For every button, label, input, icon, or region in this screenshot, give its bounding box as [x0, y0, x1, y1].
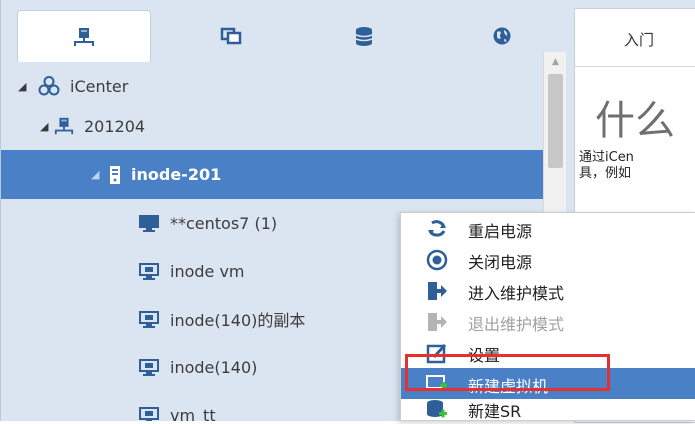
menu-item-new-sr[interactable]: 新建SR [401, 393, 695, 424]
tree-node-label: inode vm [170, 261, 245, 281]
tree-node-label: inode(140)的副本 [170, 311, 306, 330]
tab-label: 入门 [624, 31, 655, 49]
menu-item-label: 退出维护模式 [468, 315, 565, 334]
menu-item-label: 重启电源 [468, 222, 533, 241]
enter-maintenance-icon [428, 282, 447, 300]
tree-node-label: inode-201 [131, 165, 222, 184]
menu-item-label: 关闭电源 [468, 253, 533, 272]
new-vm-icon [426, 375, 447, 391]
menu-item-label: 新建SR [468, 402, 522, 421]
new-sr-icon [427, 400, 447, 418]
tab-vms[interactable] [164, 10, 298, 62]
menu-item-enter-maintenance[interactable]: 进入维护模式 [401, 275, 695, 306]
collapse-caret-icon[interactable]: ◢ [40, 120, 52, 133]
copy-windows-icon [220, 27, 242, 45]
database-icon [355, 27, 373, 46]
power-off-icon [426, 249, 448, 271]
menu-item-label: 进入维护模式 [468, 284, 565, 303]
scrollbar-thumb[interactable] [548, 74, 563, 168]
intro-text-line: 具，例如 [579, 166, 632, 181]
tree-node-label: **centos7 (1) [170, 213, 278, 233]
tree-node-pool[interactable]: ◢ 201204 [1, 102, 543, 150]
tab-storage[interactable] [297, 10, 431, 62]
tree-node-host-selected[interactable]: ◢ inode-201 [1, 150, 543, 199]
intro-text: 通过iCen 具，例如 [579, 150, 634, 182]
cluster-icon [38, 76, 60, 96]
page-title: 什么 [595, 98, 675, 144]
host-tree-icon [74, 27, 94, 46]
tree-node-label: vm_tt [170, 405, 216, 422]
tree-node-label: iCenter [70, 76, 129, 96]
menu-item-settings[interactable]: 设置 [401, 337, 695, 368]
menu-item-exit-maintenance[interactable]: 退出维护模式 [401, 306, 695, 337]
collapse-caret-icon[interactable]: ◢ [91, 168, 103, 181]
exit-maintenance-icon [428, 313, 447, 331]
intro-text-line: 通过iCen [579, 150, 634, 165]
settings-edit-icon [426, 343, 447, 364]
vm-icon [139, 263, 159, 280]
menu-item-power-off[interactable]: 关闭电源 [401, 244, 695, 275]
tree-node-label: 201204 [84, 116, 146, 136]
restart-icon [428, 220, 446, 237]
vm-icon [139, 311, 159, 328]
menu-item-restart[interactable]: 重启电源 [401, 213, 695, 244]
scroll-up-arrow-icon[interactable]: ▲ [544, 54, 567, 70]
host-tree-icon [54, 117, 74, 135]
server-icon [110, 165, 120, 184]
collapse-caret-icon[interactable]: ◢ [18, 80, 30, 93]
menu-item-label: 设置 [468, 346, 501, 365]
tab-getting-started[interactable]: 入门 [575, 9, 695, 67]
vm-running-icon [139, 215, 159, 232]
vm-icon [139, 407, 159, 421]
globe-icon [493, 27, 511, 45]
context-menu: 重启电源 关闭电源 进入维护模式 退出维护模式 设置 新建虚拟机 新建SR [400, 212, 695, 421]
vm-icon [139, 359, 159, 376]
tab-hosts[interactable] [17, 10, 151, 62]
tree-node-label: inode(140) [170, 357, 258, 377]
navigator-tab-bar [1, 0, 567, 62]
